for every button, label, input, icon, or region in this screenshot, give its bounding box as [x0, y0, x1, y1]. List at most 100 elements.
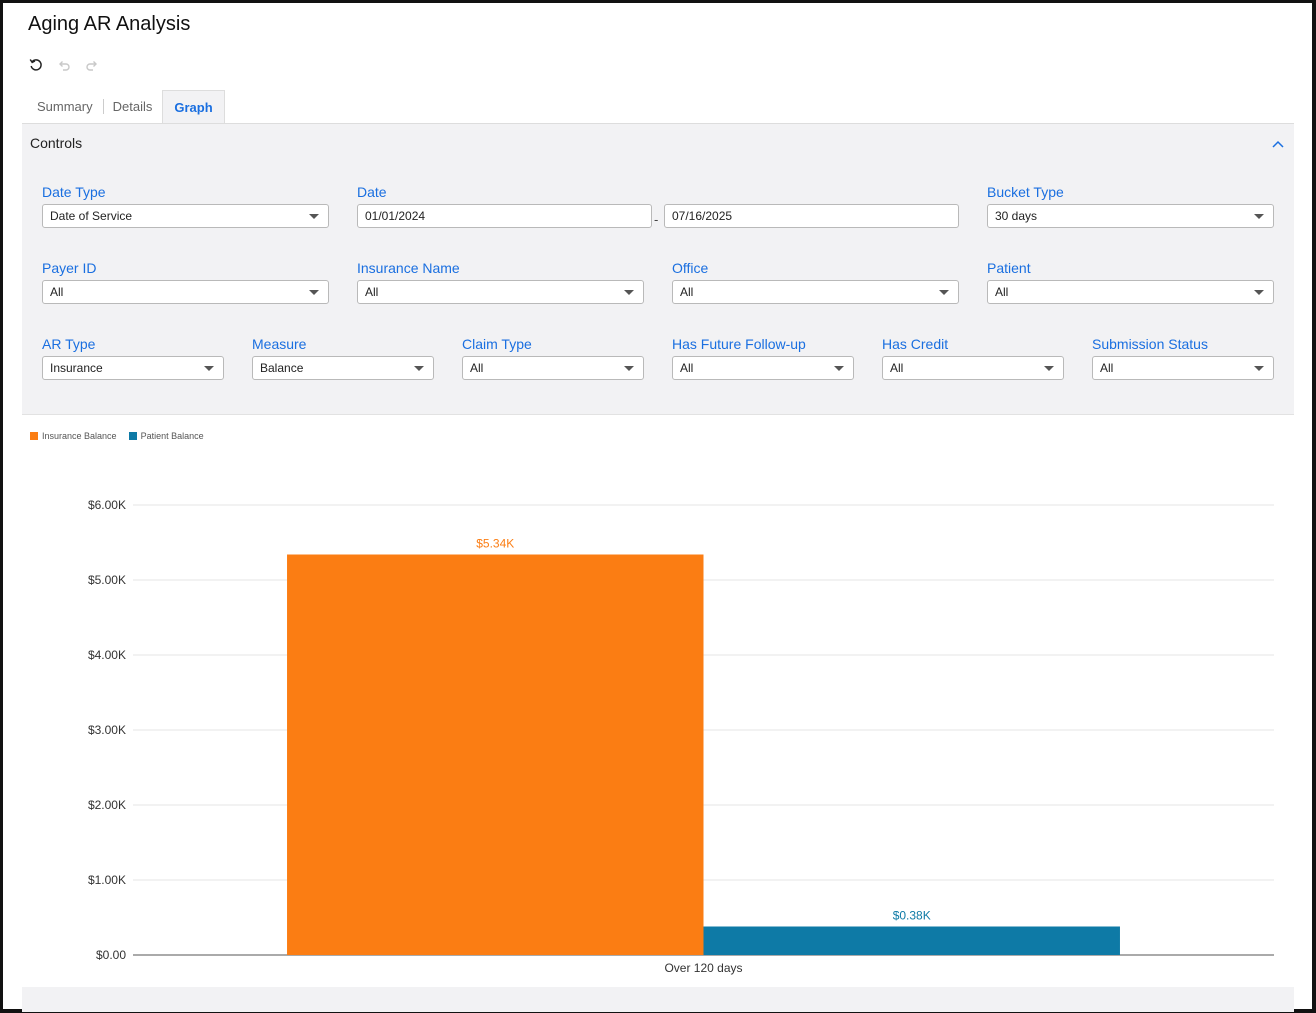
chevron-down-icon	[1044, 366, 1054, 371]
date-field: Date 01/01/2024 - 07/16/2025	[357, 184, 959, 228]
has-credit-label: Has Credit	[882, 336, 949, 352]
chevron-down-icon	[414, 366, 424, 371]
patient-select[interactable]: All	[987, 280, 1274, 304]
controls-header: Controls	[30, 135, 83, 151]
chevron-down-icon	[624, 290, 634, 295]
date-from-input[interactable]: 01/01/2024	[357, 204, 652, 228]
chevron-down-icon	[309, 214, 319, 219]
legend-swatch	[128, 432, 137, 440]
submission-status-select[interactable]: All	[1092, 356, 1274, 380]
chart-legend: Insurance Balance Patient Balance	[30, 431, 204, 441]
bucket-type-value: 30 days	[995, 209, 1038, 223]
date-label: Date	[357, 184, 387, 200]
ar-type-value: Insurance	[50, 361, 103, 375]
y-tick-label: $4.00K	[88, 648, 126, 662]
measure-value: Balance	[260, 361, 304, 375]
office-field: Office All	[672, 260, 959, 304]
page-title: Aging AR Analysis	[28, 13, 191, 35]
has-credit-value: All	[890, 361, 904, 375]
has-future-followup-label: Has Future Follow-up	[672, 336, 806, 352]
insurance-name-select[interactable]: All	[357, 280, 644, 304]
chevron-down-icon	[1254, 214, 1264, 219]
legend-label: Insurance Balance	[42, 431, 117, 441]
legend-item-insurance[interactable]: Insurance Balance	[30, 431, 117, 441]
refresh-icon[interactable]	[27, 56, 45, 74]
claim-type-field: Claim Type All	[462, 336, 644, 380]
date-type-value: Date of Service	[50, 209, 133, 223]
office-label: Office	[672, 260, 709, 276]
payer-id-select[interactable]: All	[42, 280, 329, 304]
y-tick-label: $3.00K	[88, 723, 126, 737]
x-tick-label: Over 120 days	[664, 961, 742, 975]
y-tick-label: $2.00K	[88, 798, 126, 812]
tab-details[interactable]: Details	[102, 90, 163, 123]
legend-item-patient[interactable]: Patient Balance	[128, 431, 204, 441]
y-tick-label: $1.00K	[88, 873, 126, 887]
bucket-type-select[interactable]: 30 days	[987, 204, 1274, 228]
has-credit-select[interactable]: All	[882, 356, 1064, 380]
measure-select[interactable]: Balance	[252, 356, 434, 380]
tab-summary[interactable]: Summary	[27, 90, 103, 123]
payer-id-value: All	[50, 285, 64, 299]
redo-icon[interactable]	[83, 56, 101, 74]
bar-patient-balance[interactable]	[703, 926, 1120, 956]
claim-type-select[interactable]: All	[462, 356, 644, 380]
insurance-name-label: Insurance Name	[357, 260, 460, 276]
chevron-up-icon[interactable]	[1270, 136, 1286, 152]
date-type-label: Date Type	[42, 184, 106, 200]
data-label: $0.38K	[893, 909, 931, 923]
date-to-value: 07/16/2025	[672, 209, 733, 223]
has-future-followup-select[interactable]: All	[672, 356, 854, 380]
data-label: $5.34K	[476, 537, 514, 551]
tab-bar: Summary Details Graph	[27, 90, 225, 123]
tab-graph[interactable]: Graph	[162, 90, 225, 123]
date-to-input[interactable]: 07/16/2025	[664, 204, 959, 228]
toolbar	[27, 56, 101, 74]
chevron-down-icon	[204, 366, 214, 371]
measure-field: Measure Balance	[252, 336, 434, 380]
patient-field: Patient All	[987, 260, 1274, 304]
insurance-name-value: All	[365, 285, 379, 299]
submission-status-label: Submission Status	[1092, 336, 1208, 352]
measure-label: Measure	[252, 336, 307, 352]
legend-swatch	[30, 432, 38, 440]
insurance-name-field: Insurance Name All	[357, 260, 644, 304]
chevron-down-icon	[939, 290, 949, 295]
controls-panel: Controls Date Type Date of Service Date …	[22, 123, 1294, 415]
claim-type-value: All	[470, 361, 484, 375]
has-future-followup-field: Has Future Follow-up All	[672, 336, 854, 380]
office-select[interactable]: All	[672, 280, 959, 304]
bucket-type-label: Bucket Type	[987, 184, 1064, 200]
chevron-down-icon	[1254, 366, 1264, 371]
ar-type-label: AR Type	[42, 336, 96, 352]
payer-id-field: Payer ID All	[42, 260, 329, 304]
submission-status-field: Submission Status All	[1092, 336, 1274, 380]
y-tick-label: $0.00	[96, 948, 126, 962]
date-from-value: 01/01/2024	[365, 209, 426, 223]
claim-type-label: Claim Type	[462, 336, 532, 352]
has-future-followup-value: All	[680, 361, 694, 375]
office-value: All	[680, 285, 694, 299]
submission-status-value: All	[1100, 361, 1114, 375]
ar-type-field: AR Type Insurance	[42, 336, 224, 380]
has-credit-field: Has Credit All	[882, 336, 1064, 380]
bar-insurance-balance[interactable]	[287, 554, 704, 956]
bucket-type-field: Bucket Type 30 days	[987, 184, 1274, 228]
date-separator: -	[654, 212, 659, 227]
chevron-down-icon	[834, 366, 844, 371]
patient-value: All	[995, 285, 1009, 299]
chevron-down-icon	[309, 290, 319, 295]
undo-icon[interactable]	[55, 56, 73, 74]
chart-area: Insurance Balance Patient Balance $0.00 $…	[22, 415, 1294, 987]
chevron-down-icon	[624, 366, 634, 371]
payer-id-label: Payer ID	[42, 260, 97, 276]
y-tick-label: $6.00K	[88, 498, 126, 512]
patient-label: Patient	[987, 260, 1031, 276]
chevron-down-icon	[1254, 290, 1264, 295]
y-tick-label: $5.00K	[88, 573, 126, 587]
bar-chart: $0.00 $1.00K $2.00K $3.00K $4.00K $5.00K $6.00…	[88, 498, 1274, 975]
legend-label: Patient Balance	[140, 431, 204, 441]
date-type-select[interactable]: Date of Service	[42, 204, 329, 228]
date-type-field: Date Type Date of Service	[42, 184, 329, 228]
ar-type-select[interactable]: Insurance	[42, 356, 224, 380]
